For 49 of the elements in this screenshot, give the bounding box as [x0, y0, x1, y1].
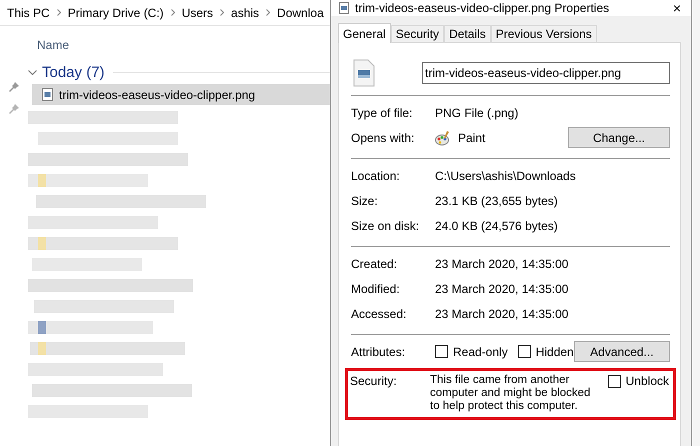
- checkbox[interactable]: Hidden: [518, 344, 574, 358]
- property-label: Accessed:: [351, 306, 408, 320]
- tab[interactable]: Security: [390, 25, 444, 42]
- property-label: Size:: [351, 194, 379, 208]
- file-name-field[interactable]: trim-videos-easeus-video-clipper.png: [422, 62, 670, 84]
- pin-icon[interactable]: [9, 104, 19, 114]
- close-button[interactable]: ×: [662, 0, 691, 16]
- property-value: PNG File (.png): [435, 106, 518, 120]
- window-title: trim-videos-easeus-video-clipper.png Properties: [355, 1, 610, 15]
- checkbox[interactable]: Read-only: [435, 344, 508, 358]
- column-header[interactable]: Name: [28, 26, 330, 60]
- property-value: C:\Users\ashis\Downloads: [435, 168, 576, 182]
- breadcrumb-item[interactable]: Downloa: [277, 6, 324, 20]
- breadcrumb-item[interactable]: ashis: [231, 6, 260, 20]
- tab[interactable]: Previous Versions: [490, 25, 597, 42]
- property-label: Security:: [350, 374, 398, 388]
- tab[interactable]: Details: [444, 25, 491, 42]
- property-value: 23 March 2020, 14:35:00: [435, 282, 568, 296]
- image-file-icon: [42, 88, 53, 101]
- advanced-button[interactable]: Advanced...: [574, 341, 670, 362]
- group-header[interactable]: Today (7): [42, 64, 105, 80]
- breadcrumb-item[interactable]: This PC: [7, 6, 50, 20]
- chevron-icon[interactable]: [28, 68, 37, 76]
- file-row[interactable]: trim-videos-easeus-video-clipper.png: [32, 84, 330, 105]
- property-label: Location:: [351, 168, 401, 182]
- checkbox[interactable]: Unblock: [608, 374, 669, 388]
- property-value: 23 March 2020, 14:35:00: [435, 306, 568, 320]
- security-message: This file came from another computer and might be blocked to help protect this computer.: [430, 374, 592, 413]
- image-file-icon: [353, 59, 375, 87]
- chevron-icon: [170, 9, 175, 16]
- chevron-icon: [266, 9, 270, 16]
- change-button[interactable]: Change...: [568, 127, 670, 148]
- property-label: Created:: [351, 256, 398, 270]
- property-label: Modified:: [351, 282, 401, 296]
- property-value: Paint: [458, 130, 486, 144]
- property-label: Attributes:: [351, 344, 406, 358]
- breadcrumb-item[interactable]: Users: [182, 6, 214, 20]
- pin-icon[interactable]: [9, 82, 19, 92]
- breadcrumb-item[interactable]: Primary Drive (C:): [68, 6, 164, 20]
- property-label: Size on disk:: [351, 218, 420, 232]
- property-value: 24.0 KB (24,576 bytes): [435, 218, 558, 232]
- property-label: Type of file:: [351, 106, 414, 120]
- property-label: Opens with:: [351, 130, 416, 144]
- chevron-icon: [220, 9, 224, 16]
- property-value: 23.1 KB (23,655 bytes): [435, 194, 558, 208]
- palette-icon: [435, 130, 451, 146]
- tab[interactable]: General: [338, 23, 391, 43]
- property-value: 23 March 2020, 14:35:00: [435, 256, 568, 270]
- chevron-icon: [56, 9, 61, 16]
